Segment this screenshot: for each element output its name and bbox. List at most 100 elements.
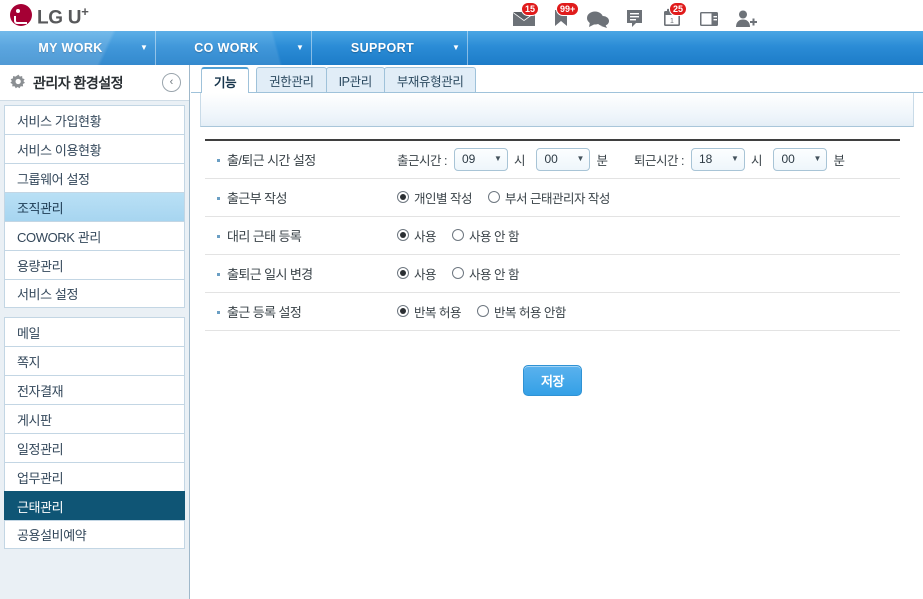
row-field-cell: 사용 사용 안 함 bbox=[395, 216, 900, 255]
sidebar-item-schedule[interactable]: 일정관리 bbox=[4, 433, 185, 462]
radio-icon bbox=[397, 267, 409, 279]
tab-function[interactable]: 기능 bbox=[201, 67, 250, 93]
radio-option-use[interactable]: 사용 bbox=[397, 264, 437, 283]
lg-mark-icon bbox=[10, 4, 32, 26]
chat-icon[interactable] bbox=[586, 4, 610, 28]
radio-option-repeat-deny[interactable]: 반복 허용 안함 bbox=[476, 302, 566, 321]
radio-icon bbox=[476, 305, 489, 317]
tab-label: 권한관리 bbox=[269, 74, 314, 89]
sidebar-header: 관리자 환경설정 ‹ bbox=[0, 65, 189, 101]
radio-label: 개인별 작성 bbox=[414, 191, 472, 206]
radio-option-not-use[interactable]: 사용 안 함 bbox=[452, 264, 519, 283]
sidebar-item-label: 서비스 가입현황 bbox=[17, 113, 102, 129]
chevron-down-icon: ▼ bbox=[140, 43, 148, 52]
row-label-cell: 출근부 작성 bbox=[205, 178, 395, 217]
sidebar-item-attendance[interactable]: 근태관리 bbox=[4, 491, 185, 520]
sidebar-item-label: 용량관리 bbox=[17, 258, 64, 274]
bullet-icon bbox=[217, 272, 220, 276]
bullet-icon bbox=[217, 196, 220, 200]
tab-ip[interactable]: IP관리 bbox=[325, 67, 385, 92]
sidebar-item-note[interactable]: 쪽지 bbox=[4, 346, 185, 375]
radio-icon bbox=[452, 267, 465, 279]
radio-option-repeat-allow[interactable]: 반복 허용 bbox=[397, 302, 461, 321]
nav-item-my-work[interactable]: MY WORK ▼ bbox=[0, 31, 156, 65]
radio-option-use[interactable]: 사용 bbox=[397, 226, 437, 245]
table-row: 출/퇴근 시간 설정 출근시간 : 09 ▼ 시 00 ▼ 분 퇴근시간 : 18 ▼ bbox=[205, 140, 900, 179]
radio-option-individual[interactable]: 개인별 작성 bbox=[397, 188, 472, 207]
sidebar-item-mail[interactable]: 메일 bbox=[4, 317, 185, 346]
radio-label: 사용 안 함 bbox=[469, 229, 519, 244]
work-time-fields: 출근시간 : 09 ▼ 시 00 ▼ 분 퇴근시간 : 18 ▼ 시 00 ▼ 분 bbox=[397, 147, 899, 171]
addressbook-icon[interactable] bbox=[697, 4, 721, 28]
sidebar-item-label: 업무관리 bbox=[17, 470, 64, 486]
back-arrow-icon[interactable]: ‹ bbox=[162, 73, 181, 92]
sidebar-item-label: 서비스 설정 bbox=[17, 287, 79, 302]
sidebar-item-label: COWORK 관리 bbox=[17, 229, 101, 245]
settings-form: 출/퇴근 시간 설정 출근시간 : 09 ▼ 시 00 ▼ 분 퇴근시간 : 18 ▼ bbox=[191, 127, 923, 396]
bookmark-icon[interactable]: 99+ bbox=[549, 1, 580, 28]
radio-label: 사용 bbox=[414, 267, 437, 282]
tab-absence-type[interactable]: 부재유형관리 bbox=[383, 67, 477, 92]
radio-option-not-use[interactable]: 사용 안 함 bbox=[452, 226, 519, 245]
brand-name-text: LG U bbox=[37, 7, 82, 29]
radio-label: 반복 허용 안함 bbox=[493, 305, 566, 320]
sidebar-item-label: 게시판 bbox=[17, 412, 52, 428]
nav-label: SUPPORT bbox=[350, 41, 415, 55]
row-label-cell: 출근 등록 설정 bbox=[205, 292, 395, 331]
row-field-cell: 반복 허용 반복 허용 안함 bbox=[395, 292, 900, 331]
nav-label: MY WORK bbox=[38, 41, 103, 55]
start-hour-value: 09 bbox=[461, 152, 476, 167]
mail-icon[interactable]: 15 bbox=[512, 1, 540, 28]
sidebar-item-groupware-settings[interactable]: 그룹웨어 설정 bbox=[4, 163, 185, 192]
nav-item-support[interactable]: SUPPORT ▼ bbox=[312, 31, 468, 65]
sidebar-item-label: 쪽지 bbox=[17, 354, 41, 370]
end-time-label: 퇴근시간 : bbox=[633, 153, 684, 168]
table-row: 출퇴근 일시 변경 사용 사용 안 함 bbox=[205, 254, 900, 293]
sidebar-item-cowork-management[interactable]: COWORK 관리 bbox=[4, 221, 185, 250]
memo-icon[interactable] bbox=[623, 4, 647, 28]
tab-label: IP관리 bbox=[338, 74, 373, 89]
radio-icon bbox=[487, 191, 500, 203]
row-label-cell: 대리 근태 등록 bbox=[205, 216, 395, 255]
datetime-change-radio-group: 사용 사용 안 함 bbox=[397, 264, 899, 283]
sidebar-item-label: 조직관리 bbox=[17, 200, 64, 216]
tab-permission[interactable]: 권한관리 bbox=[256, 67, 327, 92]
end-hour-select[interactable]: 18 ▼ bbox=[690, 147, 745, 171]
save-button-area: 저장 bbox=[205, 364, 900, 396]
end-minute-select[interactable]: 00 ▼ bbox=[773, 147, 828, 171]
end-hour-unit: 시 bbox=[750, 153, 763, 168]
attendance-author-radio-group: 개인별 작성 부서 근태관리자 작성 bbox=[397, 188, 899, 207]
add-user-icon[interactable] bbox=[734, 4, 758, 28]
sidebar-group-secondary: 메일 쪽지 전자결재 게시판 일정관리 업무관리 근태관리 공용설비예약 bbox=[0, 313, 189, 549]
sidebar-item-capacity-management[interactable]: 용량관리 bbox=[4, 250, 185, 279]
sidebar-item-service-subscription[interactable]: 서비스 가입현황 bbox=[4, 105, 185, 134]
svg-text:1: 1 bbox=[670, 18, 674, 25]
calendar-icon[interactable]: 1 25 bbox=[660, 1, 688, 28]
nav-item-co-work[interactable]: CO WORK ▼ bbox=[156, 31, 312, 65]
nav-label: CO WORK bbox=[194, 41, 259, 55]
sidebar-title: 관리자 환경설정 bbox=[33, 74, 124, 91]
brand-name: LG U+ bbox=[37, 1, 89, 29]
start-minute-unit: 분 bbox=[596, 153, 608, 168]
lg-logo[interactable]: LG U+ bbox=[10, 1, 89, 29]
sidebar-item-label: 일정관리 bbox=[17, 441, 64, 457]
start-hour-select[interactable]: 09 ▼ bbox=[453, 147, 508, 171]
gear-icon bbox=[10, 74, 25, 89]
chevron-down-icon: ▼ bbox=[576, 154, 585, 164]
sidebar-item-service-usage[interactable]: 서비스 이용현황 bbox=[4, 134, 185, 163]
sidebar-item-label: 서비스 이용현황 bbox=[17, 142, 102, 158]
radio-option-dept-manager[interactable]: 부서 근태관리자 작성 bbox=[487, 188, 610, 207]
sidebar-item-task[interactable]: 업무관리 bbox=[4, 462, 185, 491]
save-button[interactable]: 저장 bbox=[523, 364, 582, 396]
chevron-down-icon: ▼ bbox=[813, 154, 822, 164]
chevron-down-icon: ▼ bbox=[452, 43, 460, 52]
sidebar-item-org-management[interactable]: 조직관리 bbox=[4, 192, 185, 221]
sidebar-item-board[interactable]: 게시판 bbox=[4, 404, 185, 433]
start-minute-select[interactable]: 00 ▼ bbox=[536, 147, 591, 171]
sidebar-item-facility-booking[interactable]: 공용설비예약 bbox=[4, 520, 185, 549]
sidebar-item-approval[interactable]: 전자결재 bbox=[4, 375, 185, 404]
sidebar-item-service-settings[interactable]: 서비스 설정 bbox=[4, 279, 185, 308]
chevron-down-icon: ▼ bbox=[731, 154, 739, 164]
sidebar-item-label: 전자결재 bbox=[17, 383, 64, 399]
settings-table: 출/퇴근 시간 설정 출근시간 : 09 ▼ 시 00 ▼ 분 퇴근시간 : 18 ▼ bbox=[205, 139, 900, 331]
